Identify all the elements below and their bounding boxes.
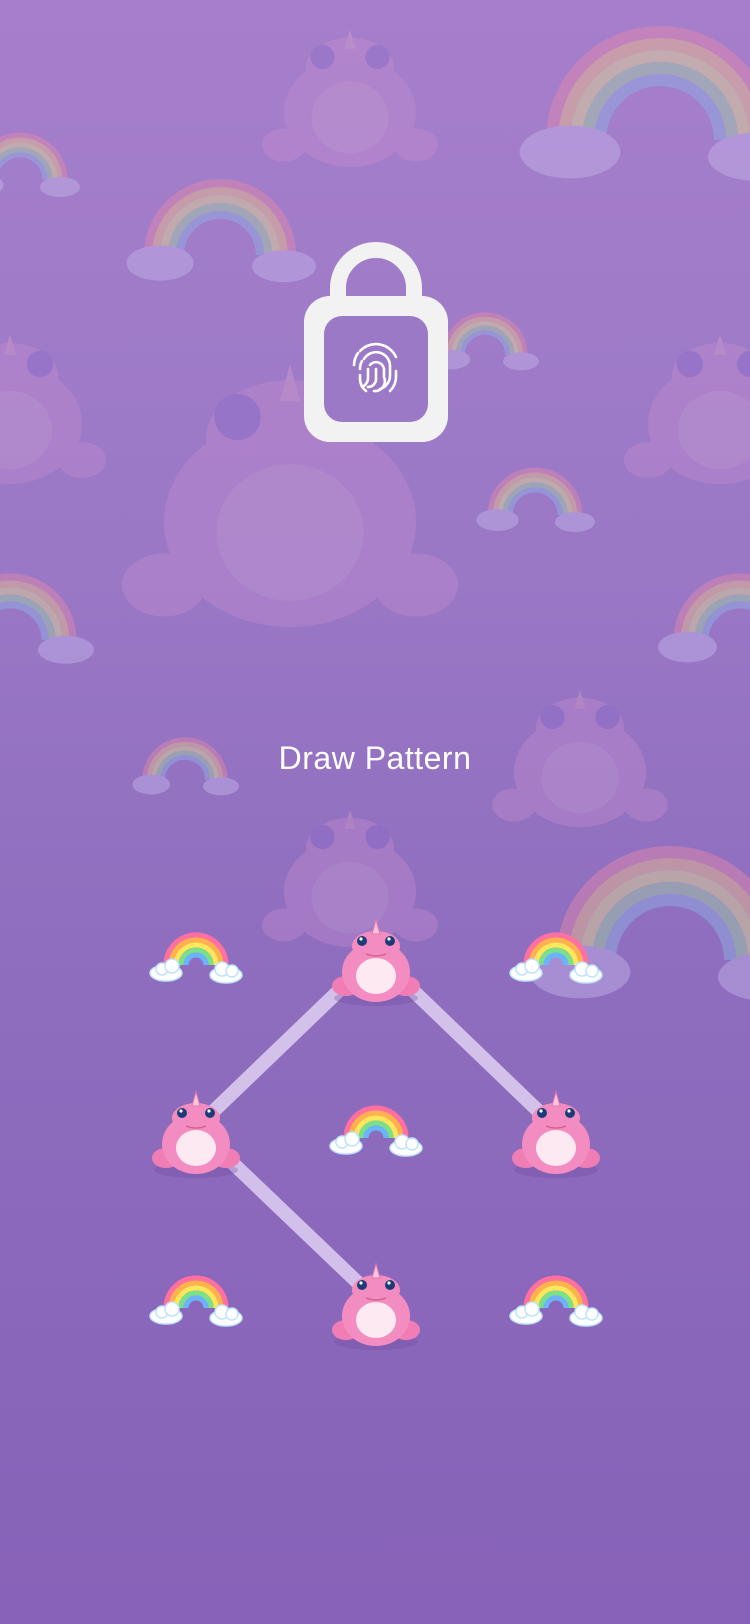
node-r1c1[interactable] (150, 935, 242, 983)
rainbow-cloud-icon (510, 935, 602, 983)
pink-frog-icon (331, 919, 421, 1007)
node-r2c2[interactable] (330, 1108, 422, 1156)
node-r3c3[interactable] (510, 1278, 602, 1326)
rainbow-cloud-icon (330, 1108, 422, 1156)
rainbow-cloud-icon (510, 1278, 602, 1326)
rainbow-cloud-icon (150, 1278, 242, 1326)
node-r3c1[interactable] (150, 1278, 242, 1326)
rainbow-cloud-icon (150, 935, 242, 983)
node-r1c3[interactable] (510, 935, 602, 983)
node-r1c2[interactable] (331, 919, 421, 1007)
pattern-lock-grid[interactable] (0, 0, 750, 1624)
